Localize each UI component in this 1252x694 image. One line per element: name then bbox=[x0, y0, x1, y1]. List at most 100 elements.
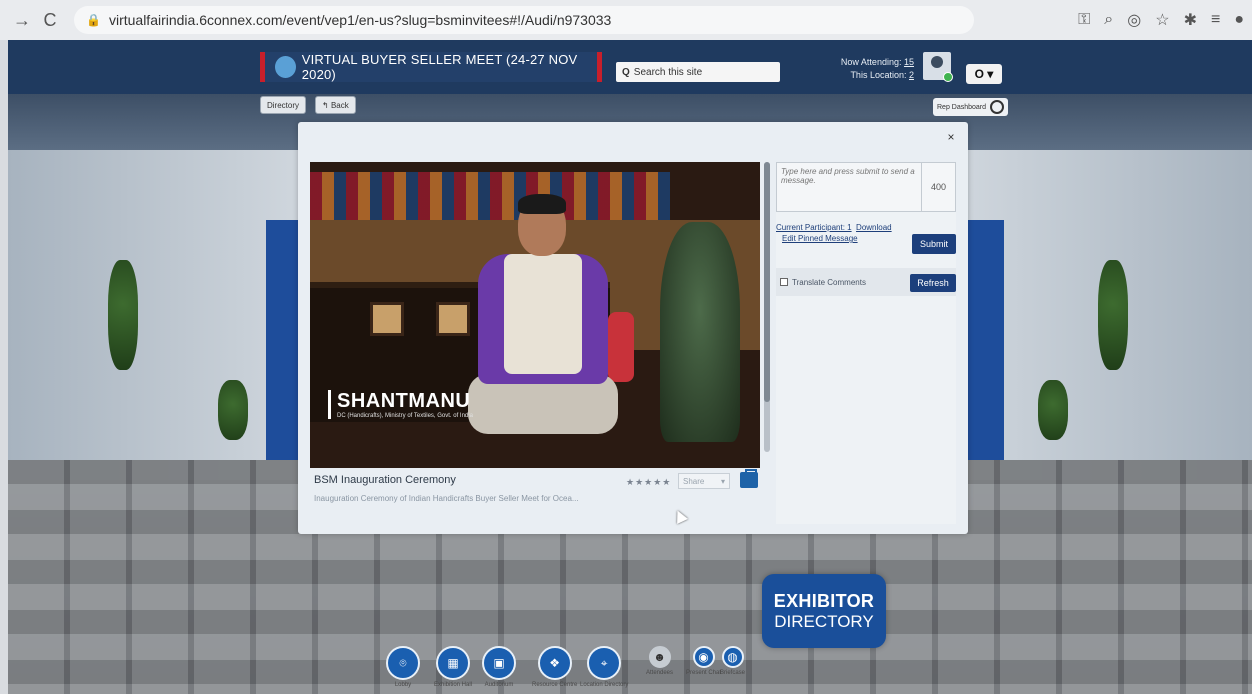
chat-icon: ◉ bbox=[692, 646, 715, 668]
presenter-designation: DC (Handicrafts), Ministry of Textiles, … bbox=[337, 413, 473, 419]
profile-icon[interactable]: ● bbox=[1234, 11, 1244, 29]
dock-label: Auditorium bbox=[484, 682, 514, 688]
dock-label: Attendees bbox=[646, 670, 674, 676]
video-description: Inauguration Ceremony of Indian Handicra… bbox=[314, 494, 579, 503]
current-participant-link[interactable]: Current Participant: 1 bbox=[776, 223, 852, 232]
location-directory-icon: ⌖ bbox=[587, 646, 622, 680]
video-tile bbox=[436, 302, 470, 336]
settings-dropdown[interactable]: O ▾ bbox=[966, 64, 1002, 84]
dock-lobby[interactable]: ⌾ Lobby bbox=[386, 646, 420, 688]
dock-label: Lobby bbox=[394, 682, 412, 688]
avatar[interactable] bbox=[923, 52, 953, 82]
video-tile bbox=[370, 302, 404, 336]
dock-location-directory[interactable]: ⌖ Location Directory bbox=[580, 646, 628, 688]
dock-briefcase[interactable]: ◍ Briefcase bbox=[720, 646, 745, 676]
dock-auditorium[interactable]: ▣ Auditorium bbox=[482, 646, 516, 688]
video-title: BSM Inauguration Ceremony bbox=[314, 474, 456, 486]
lock-icon: 🔒 bbox=[86, 13, 101, 27]
video-player[interactable]: SHANTMANU DC (Handicrafts), Ministry of … bbox=[310, 162, 760, 468]
left-wall bbox=[8, 150, 298, 480]
exhibitor-directory-button[interactable]: EXHIBITOR DIRECTORY bbox=[762, 574, 886, 648]
online-status-icon bbox=[943, 72, 953, 82]
rep-dashboard-label: Rep Dashboard bbox=[937, 103, 987, 111]
resource-centre-icon: ❖ bbox=[537, 646, 572, 680]
attendees-icon: ☻ bbox=[648, 646, 671, 668]
edit-pinned-link[interactable]: Edit Pinned Message bbox=[782, 234, 858, 243]
browser-actions: ⚿ ⌕ ◎ ☆ ✱ ≡ ● bbox=[1078, 10, 1244, 30]
video-cushion bbox=[608, 312, 634, 382]
browser-toolbar: → C 🔒 virtualfairindia.6connex.com/event… bbox=[0, 0, 1252, 40]
dock-resource-centre[interactable]: ❖ Resource Centre bbox=[532, 646, 577, 688]
dock-present-chat[interactable]: ◉ Present Chat bbox=[686, 646, 721, 676]
exhibitor-line1: EXHIBITOR bbox=[773, 590, 875, 611]
event-brand[interactable]: VIRTUAL BUYER SELLER MEET (24-27 NOV 202… bbox=[260, 52, 602, 82]
reading-list-icon[interactable]: ≡ bbox=[1211, 11, 1220, 29]
video-statue bbox=[660, 222, 740, 442]
epch-logo-icon bbox=[275, 56, 296, 78]
submit-button[interactable]: Submit bbox=[912, 234, 956, 254]
back-button[interactable]: ↰ Back bbox=[315, 96, 356, 114]
translate-checkbox[interactable] bbox=[780, 278, 788, 286]
dock-label: Present Chat bbox=[686, 670, 722, 676]
lobby-icon: ⌾ bbox=[386, 646, 420, 680]
presenter-caption: SHANTMANU DC (Handicrafts), Ministry of … bbox=[328, 390, 473, 419]
star-icon[interactable]: ☆ bbox=[1155, 10, 1169, 30]
forward-icon[interactable]: → bbox=[8, 10, 36, 31]
dock-attendees[interactable]: ☻ Attendees bbox=[646, 646, 673, 676]
site-search[interactable]: Q Search this site bbox=[616, 62, 780, 82]
briefcase-dock-icon: ◍ bbox=[721, 646, 744, 668]
exhibition-hall-icon: ▦ bbox=[436, 646, 471, 680]
tracking-icon[interactable]: ◎ bbox=[1127, 10, 1141, 30]
chevron-down-icon: ▾ bbox=[720, 476, 725, 486]
message-box: 400 bbox=[776, 162, 956, 212]
message-input[interactable] bbox=[781, 167, 921, 207]
now-attending-label: Now Attending: bbox=[840, 57, 902, 67]
reload-icon[interactable]: C bbox=[36, 10, 64, 31]
search-placeholder: Search this site bbox=[633, 66, 703, 78]
key-icon[interactable]: ⚿ bbox=[1078, 11, 1090, 29]
presenter-name: SHANTMANU bbox=[337, 390, 471, 412]
dock-label: Location Directory bbox=[580, 682, 629, 688]
plant-right bbox=[1098, 260, 1128, 370]
chat-panel: 400 Current Participant: 1 Download Edit… bbox=[776, 162, 956, 524]
chat-links: Current Participant: 1 Download Edit Pin… bbox=[776, 222, 892, 244]
event-title: VIRTUAL BUYER SELLER MEET (24-27 NOV 202… bbox=[301, 52, 578, 82]
right-banner bbox=[968, 220, 1004, 460]
refresh-button[interactable]: Refresh bbox=[910, 274, 956, 292]
briefcase-icon[interactable] bbox=[740, 469, 758, 488]
rep-dashboard-button[interactable]: Rep Dashboard bbox=[933, 98, 1009, 116]
search-icon: Q bbox=[622, 66, 630, 78]
extensions-icon[interactable]: ✱ bbox=[1184, 10, 1197, 30]
attendance-info: Now Attending: 15 This Location: 2 bbox=[828, 56, 914, 82]
video-scrollbar[interactable] bbox=[764, 162, 770, 452]
close-icon[interactable]: × bbox=[942, 128, 960, 146]
plant-small-left bbox=[218, 380, 248, 440]
share-dropdown[interactable]: Share ▾ bbox=[678, 473, 730, 489]
exhibitor-line2: DIRECTORY bbox=[774, 611, 874, 631]
plant-small-right bbox=[1038, 380, 1068, 440]
dock-label: Briefcase bbox=[720, 670, 746, 676]
now-attending-value[interactable]: 15 bbox=[904, 57, 914, 67]
share-label: Share bbox=[683, 476, 705, 486]
char-counter: 400 bbox=[921, 163, 955, 211]
this-location-value[interactable]: 2 bbox=[909, 70, 914, 80]
clock-icon bbox=[990, 100, 1005, 114]
this-location-label: This Location: bbox=[850, 70, 907, 80]
zoom-icon[interactable]: ⌕ bbox=[1104, 11, 1113, 29]
plant-left bbox=[108, 260, 138, 370]
left-banner bbox=[266, 220, 302, 460]
directory-button[interactable]: Directory bbox=[260, 96, 307, 114]
back-arrow-icon: ↰ bbox=[322, 100, 331, 110]
video-modal: × SHANTMANU DC (Handicrafts), Ministry o… bbox=[298, 122, 968, 534]
address-bar[interactable]: 🔒 virtualfairindia.6connex.com/event/vep… bbox=[74, 6, 974, 34]
rating-stars[interactable]: ★★★★★ bbox=[626, 477, 671, 488]
dock-label: Resource Centre bbox=[532, 682, 578, 688]
translate-label: Translate Comments bbox=[792, 277, 866, 287]
dock-exhibition-hall[interactable]: ▦ Exhibition Hall bbox=[434, 646, 472, 688]
url-text: virtualfairindia.6connex.com/event/vep1/… bbox=[108, 12, 612, 28]
presenter-figure bbox=[468, 194, 618, 438]
back-label: Back bbox=[330, 100, 349, 110]
download-link[interactable]: Download bbox=[856, 223, 892, 232]
dock-label: Exhibition Hall bbox=[434, 682, 473, 688]
virtual-auditorium: VIRTUAL BUYER SELLER MEET (24-27 NOV 202… bbox=[8, 40, 1252, 694]
